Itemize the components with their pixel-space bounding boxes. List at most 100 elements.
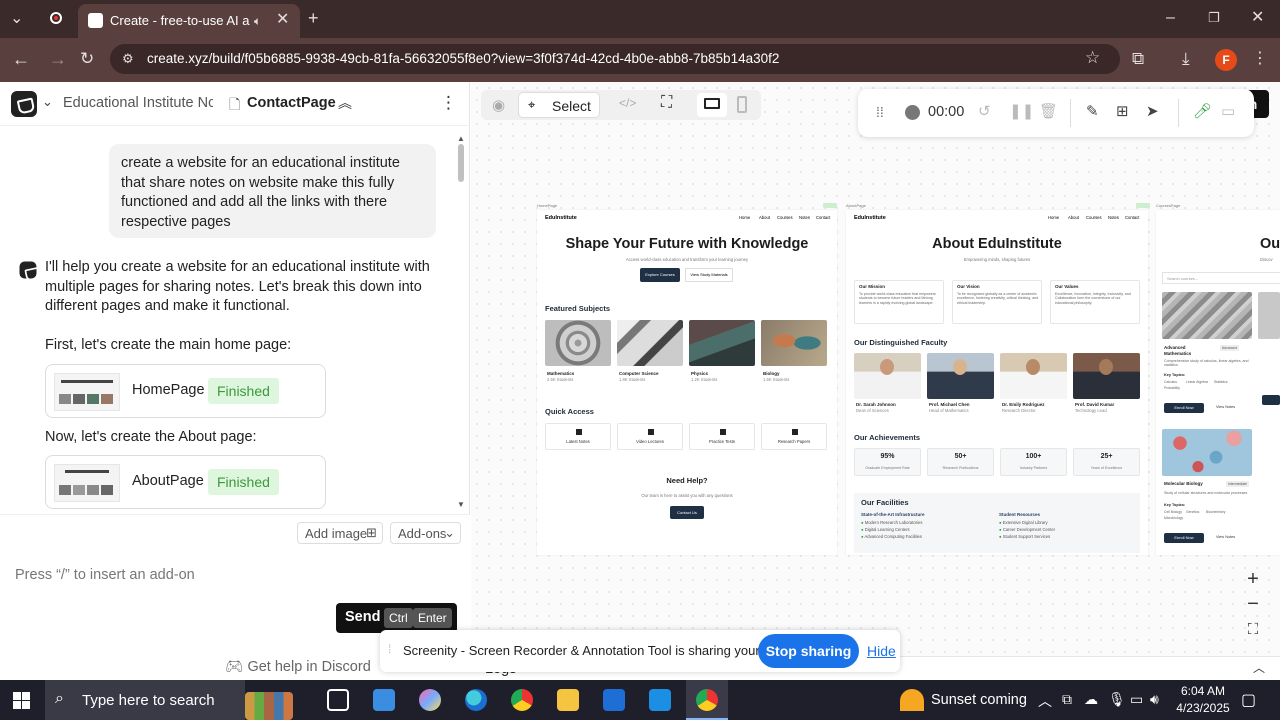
tab-close-icon[interactable]: ✕ <box>276 12 289 28</box>
homepage-card[interactable]: HomePage Finished <box>45 364 326 418</box>
restart-icon[interactable]: ↺ <box>978 102 991 120</box>
taskbar-search[interactable]: ⌕ Type here to search <box>45 680 245 720</box>
window-close-icon[interactable]: ✕ <box>1251 10 1264 26</box>
enroll-button[interactable]: Enroll Now <box>1164 403 1204 413</box>
mobile-view-icon[interactable] <box>737 96 747 113</box>
site-info-icon[interactable]: ⚙︎ <box>122 51 134 67</box>
camera-off-icon[interactable]: ▭ <box>1221 102 1235 120</box>
coursespage-preview[interactable]: Ou Discov Search courses... Advanced Mat… <box>1156 210 1280 555</box>
code-icon[interactable]: </> <box>619 96 636 110</box>
microphone-icon[interactable]: 🎤︎ <box>1193 102 1212 120</box>
file-explorer-icon[interactable] <box>557 689 579 711</box>
mail-icon[interactable] <box>649 689 671 711</box>
select-tool-button[interactable]: ⌖ Select <box>518 92 600 118</box>
nav-home[interactable]: Home <box>1048 215 1059 220</box>
drag-handle-icon[interactable]: ⁞⁞ <box>876 104 884 120</box>
extensions-icon[interactable]: ⧉ <box>1132 50 1144 67</box>
clock-date[interactable]: 4/23/2025 <box>1174 701 1232 715</box>
stop-sharing-button[interactable]: Stop sharing <box>758 634 859 668</box>
addons-dropdown[interactable]: Add-ons ⌄ <box>390 522 461 544</box>
nav-notes[interactable]: Notes <box>1108 215 1119 220</box>
tab-audio-icon[interactable]: 🔈︎ <box>254 13 261 29</box>
active-chrome-taskbar-button[interactable] <box>686 680 728 720</box>
pause-icon[interactable]: ❚❚ <box>1009 102 1034 120</box>
aboutpage-card[interactable]: AboutPage Finished <box>45 455 326 509</box>
browser-tab[interactable]: Create - free-to-use AI app 🔈︎ ✕ <box>78 4 300 38</box>
nav-courses[interactable]: Courses <box>1086 215 1102 220</box>
tab-list-chevron-icon[interactable]: ⌄ <box>10 11 23 27</box>
quick-latest-notes[interactable]: Latest Notes <box>545 423 611 450</box>
record-button-icon[interactable] <box>905 105 920 120</box>
chrome-icon[interactable] <box>511 689 533 711</box>
weather-text[interactable]: Sunset coming <box>931 692 1027 708</box>
view-notes-link[interactable]: View Notes <box>1216 535 1235 539</box>
windows-start-icon[interactable] <box>13 692 30 709</box>
aboutpage-preview[interactable]: EduInstitute Home About Courses Notes Co… <box>846 210 1148 555</box>
nav-courses[interactable]: Courses <box>777 215 793 220</box>
task-view-icon[interactable] <box>327 689 349 711</box>
notification-icon[interactable]: ▢ <box>1241 690 1256 710</box>
edge-icon[interactable] <box>465 689 487 711</box>
send-button[interactable]: Send Ctrl Enter <box>336 603 457 633</box>
record-icon[interactable] <box>50 12 62 24</box>
zoom-in-icon[interactable]: + <box>1242 568 1264 590</box>
collapse-chevrons-icon[interactable]: ︽ <box>338 93 352 113</box>
zoom-out-icon[interactable]: − <box>1242 593 1264 615</box>
downloads-icon[interactable]: ⤓ <box>1182 50 1190 67</box>
browser-menu-icon[interactable]: ⋮ <box>1252 51 1268 67</box>
onedrive-icon[interactable]: ☁ <box>1084 691 1098 708</box>
nav-notes[interactable]: Notes <box>799 215 810 220</box>
reload-icon[interactable]: ↻ <box>80 50 94 67</box>
microphone-tray-icon[interactable]: 🎙︎ <box>1108 691 1126 708</box>
desktop-view-button[interactable] <box>697 93 727 117</box>
app-logo-icon[interactable] <box>11 91 37 117</box>
tray-chevron-icon[interactable]: ︿ <box>1038 691 1052 711</box>
quick-research-papers[interactable]: Research Papers <box>761 423 827 450</box>
sunset-weather-icon[interactable] <box>900 689 924 711</box>
explore-courses-button[interactable]: Explore Courses <box>640 268 680 282</box>
books-widget-icon[interactable] <box>245 692 293 720</box>
enroll-button[interactable]: Enroll Now <box>1164 533 1204 543</box>
nav-home[interactable]: Home <box>739 215 750 220</box>
back-icon[interactable]: ← <box>12 50 30 68</box>
quick-video-lectures[interactable]: Video Lectures <box>617 423 683 450</box>
hide-link[interactable]: Hide <box>867 643 896 659</box>
store-icon[interactable] <box>603 689 625 711</box>
project-name[interactable]: Educational Institute Nc <box>63 95 213 111</box>
nav-about[interactable]: About <box>759 215 770 220</box>
volume-icon[interactable]: 🔊︎ <box>1150 691 1159 708</box>
pen-icon[interactable]: ✎ <box>1086 102 1099 120</box>
forward-icon[interactable]: → <box>49 50 67 68</box>
page-name[interactable]: ContactPage <box>247 95 336 111</box>
bookmark-star-icon[interactable]: ☆ <box>1085 49 1100 66</box>
design-canvas[interactable]: ◉ ⌖ Select </> ⛶ sh ⁞⁞ 00:00 ↺ ❚❚ 🗑︎ ✎ ⊞… <box>471 82 1280 680</box>
nav-about[interactable]: About <box>1068 215 1079 220</box>
homepage-preview[interactable]: EduInstitute Home About Courses Notes Co… <box>537 210 837 555</box>
restore-icon[interactable]: ❐ <box>1208 10 1220 26</box>
chat-scrollbar[interactable]: ▲ ▼ <box>456 134 466 514</box>
contact-us-button[interactable]: Contact Us <box>670 506 704 519</box>
fullscreen-icon[interactable]: ⛶ <box>661 94 672 112</box>
new-tab-icon[interactable]: + <box>308 9 319 27</box>
prompt-input[interactable]: Press “/” to insert an add-on <box>15 567 195 583</box>
nav-contact[interactable]: Contact <box>816 215 830 220</box>
logo-chevron-icon[interactable]: ⌄ <box>42 94 53 110</box>
quick-practice-tests[interactable]: Practice Tests <box>689 423 755 450</box>
preview-eye-icon[interactable]: ◉ <box>492 96 505 114</box>
clock-time[interactable]: 6:04 AM <box>1180 684 1226 698</box>
add-image-button[interactable]: Add image ⊞ <box>297 522 383 544</box>
minimize-icon[interactable]: – <box>1166 10 1175 26</box>
drag-handle-icon[interactable]: ⁞ <box>388 642 391 656</box>
copilot-icon[interactable] <box>419 689 441 711</box>
course-search-input[interactable]: Search courses... <box>1162 272 1280 284</box>
view-notes-link[interactable]: View Notes <box>1216 405 1235 409</box>
profile-avatar[interactable]: F <box>1215 49 1237 71</box>
desktop-app-icon[interactable] <box>373 689 395 711</box>
fit-screen-icon[interactable]: ⛶ <box>1242 619 1264 641</box>
trash-icon[interactable]: 🗑︎ <box>1039 102 1058 120</box>
more-menu-icon[interactable]: ⋮ <box>440 93 457 113</box>
view-materials-button[interactable]: View Study Materials <box>685 268 733 282</box>
address-bar[interactable]: ⚙︎ create.xyz/build/f05b6885-9938-49cb-8… <box>110 44 1120 74</box>
meet-icon[interactable]: ⧉ <box>1062 691 1072 708</box>
discord-link[interactable]: 🎮︎ Get help in Discord <box>225 658 371 675</box>
